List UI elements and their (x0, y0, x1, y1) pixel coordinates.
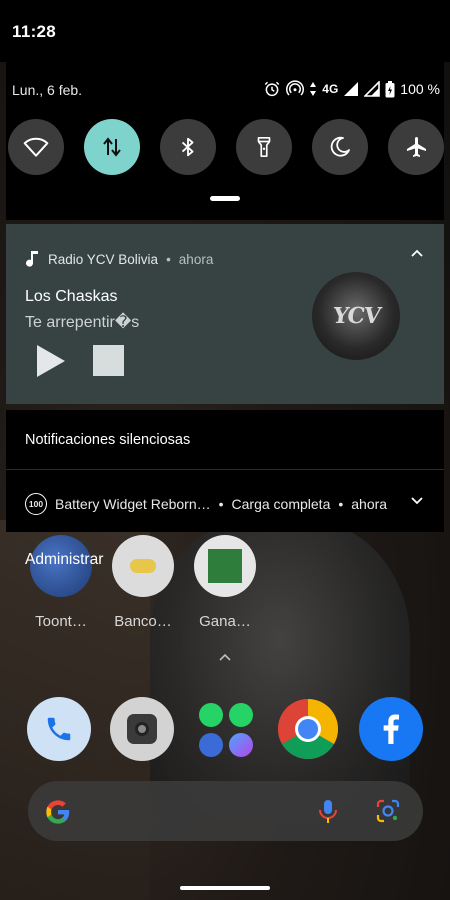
signal-icon-2 (364, 81, 381, 97)
facebook-icon (383, 714, 399, 744)
bluetooth-icon (181, 137, 194, 157)
battery-notification[interactable]: 100 Battery Widget Reborn… • Carga compl… (25, 493, 387, 515)
tile-airplane-mode[interactable] (388, 119, 444, 175)
app-banco[interactable]: Banco… (112, 535, 174, 630)
status-icons: 4G 100 % (263, 80, 440, 98)
hotspot-icon (286, 80, 305, 96)
microphone-icon[interactable] (317, 798, 339, 826)
data-transfer-icon (310, 82, 317, 96)
media-notification[interactable]: Radio YCV Bolivia • ahora Los Chaskas Te… (6, 224, 444, 404)
whatsapp-icon (199, 703, 223, 727)
chevron-down-icon[interactable] (410, 496, 424, 506)
phone-app[interactable] (27, 697, 91, 761)
phone-icon (47, 717, 71, 741)
camera-icon (127, 714, 157, 744)
quick-settings-tiles (8, 119, 444, 175)
alarm-icon (265, 81, 280, 97)
media-song-title: Te arrepentir�s (25, 314, 140, 331)
google-search-bar[interactable] (28, 781, 423, 841)
gesture-nav-bar[interactable] (180, 886, 270, 890)
tile-wifi[interactable] (8, 119, 64, 175)
battery-percent: 100 % (400, 81, 440, 97)
media-time: ahora (178, 251, 214, 267)
status-bar: 11:28 (0, 0, 450, 62)
banco-icon (112, 535, 174, 597)
moon-icon (330, 136, 350, 157)
notification-app-name: Battery Widget Reborn… (55, 496, 211, 512)
silent-notifications-section: Notificaciones silenciosas 100 Battery W… (6, 410, 444, 532)
gana-icon (194, 535, 256, 597)
chrome-app[interactable] (276, 697, 340, 761)
tile-bluetooth[interactable] (160, 119, 216, 175)
airplane-icon (407, 137, 426, 157)
google-icon (46, 800, 70, 824)
whatsapp-business-icon (229, 703, 253, 727)
section-title: Notificaciones silenciosas (25, 432, 191, 448)
wifi-icon (23, 137, 49, 157)
status-clock: 11:28 (12, 22, 57, 41)
app-label: Gana… (199, 613, 251, 630)
album-art: YCV (312, 272, 400, 360)
media-app-name: Radio YCV Bolivia (48, 251, 159, 267)
tile-do-not-disturb[interactable] (312, 119, 368, 175)
media-artist: Los Chaskas (25, 288, 118, 305)
camera-app[interactable] (110, 697, 174, 761)
app-label: Toont… (35, 613, 87, 630)
network-type: 4G (322, 82, 339, 96)
flashlight-icon (257, 137, 271, 157)
app-folder[interactable] (193, 697, 257, 761)
chevron-up-icon[interactable] (410, 248, 424, 258)
notification-message: Carga completa (231, 496, 331, 512)
messenger-icon (229, 733, 253, 757)
date-label[interactable]: Lun., 6 feb. (12, 82, 82, 98)
battery-icon (385, 80, 395, 97)
app-gana[interactable]: Gana… (194, 535, 256, 630)
messages-icon (199, 733, 223, 757)
stop-button[interactable] (93, 345, 124, 376)
quick-settings-panel: Lun., 6 feb. 4G 100 % (6, 62, 444, 220)
lens-icon[interactable] (375, 798, 401, 824)
divider (6, 469, 444, 470)
album-art-logo: YCV (330, 303, 382, 329)
tile-flashlight[interactable] (236, 119, 292, 175)
chevron-up-icon (219, 653, 231, 661)
mobile-data-icon (103, 137, 121, 157)
media-notification-header: Radio YCV Bolivia • ahora (24, 250, 213, 268)
app-label: Banco… (114, 613, 172, 630)
battery-widget-icon: 100 (25, 493, 47, 515)
music-note-icon (26, 251, 38, 267)
manage-button[interactable]: Administrar (25, 551, 103, 569)
play-button[interactable] (34, 344, 66, 378)
chrome-icon (277, 699, 339, 760)
signal-icon (344, 82, 359, 96)
facebook-app[interactable] (359, 697, 423, 761)
panel-drag-handle[interactable] (210, 196, 240, 201)
notification-time: ahora (351, 496, 388, 512)
tile-mobile-data[interactable] (84, 119, 140, 175)
